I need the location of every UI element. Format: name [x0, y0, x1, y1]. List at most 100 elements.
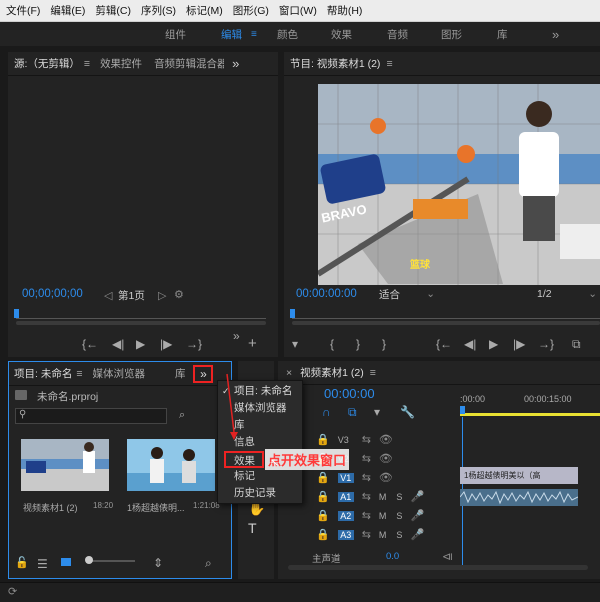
menu-marker[interactable]: 标记(M)	[186, 3, 223, 18]
program-scrubber[interactable]	[292, 318, 600, 319]
next-frame-icon[interactable]: |▶	[160, 337, 172, 351]
tab-media-browser[interactable]: 媒体浏览器	[92, 366, 145, 381]
track-label[interactable]: A1	[337, 491, 354, 502]
mic-icon[interactable]: 🎤	[410, 528, 424, 541]
workspace-assembly[interactable]: 组件	[165, 27, 186, 42]
panel-more-icon[interactable]: »	[232, 56, 239, 71]
step-back-icon[interactable]: {←	[82, 337, 98, 351]
program-title[interactable]: 节目: 视频素材1 (2)	[290, 56, 380, 71]
export-frame-icon[interactable]: ⧉	[572, 337, 581, 351]
clip-thumbnail-2[interactable]	[127, 439, 215, 491]
source-scrubber[interactable]	[16, 318, 266, 319]
sync-icon[interactable]: ⇆	[362, 509, 371, 522]
master-value[interactable]: 0.0	[386, 551, 399, 562]
tab-source[interactable]: 源:（无剪辑）	[14, 56, 80, 71]
step-forward-icon[interactable]: →}	[186, 337, 202, 351]
program-playhead[interactable]	[290, 309, 295, 318]
resolution-dropdown[interactable]: 1/2 ⌄	[534, 286, 600, 302]
work-area-bar[interactable]	[460, 413, 600, 416]
mark-out-icon[interactable]: {	[330, 337, 334, 351]
go-to-in-icon[interactable]: }	[382, 337, 386, 351]
tab-menu-icon[interactable]: ≡	[76, 368, 82, 380]
track-label[interactable]: A2	[337, 510, 354, 521]
workspace-color[interactable]: 颜色	[277, 27, 298, 42]
solo-button[interactable]: S	[396, 511, 402, 521]
mute-button[interactable]: M	[379, 530, 387, 540]
lock-icon[interactable]: 🔒	[316, 471, 330, 484]
step-back-icon[interactable]: {←	[436, 337, 452, 351]
lock-icon[interactable]: 🔒	[316, 528, 330, 541]
master-end-icon[interactable]: ⧏	[442, 550, 453, 563]
program-timecode[interactable]: 00:00:00:00	[296, 288, 357, 300]
clip-thumbnail-1[interactable]	[21, 439, 109, 491]
source-playhead[interactable]	[14, 309, 19, 318]
menu-item-markers[interactable]: 标记	[218, 468, 302, 485]
zoom-slider[interactable]	[87, 560, 135, 562]
search-input[interactable]: ⚲	[15, 408, 167, 424]
mic-icon[interactable]: 🎤	[410, 509, 424, 522]
next-frame-icon[interactable]: |▶	[513, 337, 525, 351]
icon-view-icon[interactable]	[61, 558, 71, 566]
program-menu-icon[interactable]: ≡	[386, 58, 392, 70]
play-icon[interactable]: ▶	[489, 337, 498, 351]
play-icon[interactable]: ▶	[136, 337, 145, 351]
linked-selection-icon[interactable]: ⧉	[348, 405, 357, 419]
timeline-title[interactable]: 视频素材1 (2)	[300, 365, 364, 380]
eye-icon[interactable]: 👁	[379, 433, 393, 446]
settings-icon[interactable]: ⚙	[174, 288, 184, 301]
audio-clip[interactable]	[459, 489, 579, 506]
mark-out-icon-2[interactable]: }	[356, 337, 360, 351]
lock-icon[interactable]: 🔓	[15, 556, 29, 569]
menu-window[interactable]: 窗口(W)	[279, 3, 317, 18]
lock-icon[interactable]: 🔒	[316, 490, 330, 503]
type-tool-icon[interactable]: T	[248, 521, 257, 535]
zoom-slider-handle[interactable]	[85, 556, 93, 564]
list-view-icon[interactable]: ☰	[37, 557, 48, 571]
page-next-icon[interactable]: ▷	[158, 289, 166, 302]
find-icon[interactable]: ⌕	[179, 409, 185, 422]
mic-icon[interactable]: 🎤	[410, 490, 424, 503]
menu-edit[interactable]: 编辑(E)	[50, 3, 85, 18]
page-prev-icon[interactable]: ◁	[104, 289, 112, 302]
eye-icon[interactable]: 👁	[379, 471, 393, 484]
menu-graphics[interactable]: 图形(G)	[233, 3, 269, 18]
timeline-playhead[interactable]	[460, 406, 465, 414]
workspace-effects[interactable]: 效果	[331, 27, 352, 42]
timeline-scrollbar[interactable]	[288, 565, 588, 570]
timeline-menu-icon[interactable]: ≡	[370, 367, 376, 379]
close-icon[interactable]: ×	[286, 367, 292, 379]
more-controls-icon[interactable]: »	[233, 329, 240, 343]
workspace-libraries[interactable]: 库	[497, 27, 508, 42]
timeline-timecode[interactable]: 00:00:00	[324, 386, 375, 401]
sync-icon[interactable]: ⇆	[362, 452, 371, 465]
mute-button[interactable]: M	[379, 511, 387, 521]
track-label[interactable]: A3	[337, 529, 354, 540]
sort-icon[interactable]: ⇕	[153, 556, 163, 570]
program-zoom-bar[interactable]	[292, 321, 600, 325]
step-forward-icon[interactable]: →}	[538, 337, 554, 351]
video-clip[interactable]: 1杨超越俵明美以（高	[460, 467, 578, 484]
workspace-graphics[interactable]: 图形	[441, 27, 462, 42]
mute-button[interactable]: M	[379, 492, 387, 502]
menu-item-history[interactable]: 历史记录	[218, 485, 302, 502]
lock-icon[interactable]: 🔒	[316, 509, 330, 522]
prev-frame-icon[interactable]: ◀|	[464, 337, 476, 351]
prev-frame-icon[interactable]: ◀|	[112, 337, 124, 351]
add-marker-icon[interactable]: ▾	[374, 405, 380, 419]
solo-button[interactable]: S	[396, 530, 402, 540]
page-selector[interactable]: 第1页	[118, 288, 145, 303]
sync-icon[interactable]: ⇆	[362, 490, 371, 503]
eye-icon[interactable]: 👁	[379, 452, 393, 465]
menu-file[interactable]: 文件(F)	[6, 3, 40, 18]
mark-in-icon[interactable]: ▾	[292, 337, 298, 351]
workspace-audio[interactable]: 音频	[387, 27, 408, 42]
sync-icon[interactable]: ⇆	[362, 528, 371, 541]
source-timecode[interactable]: 00;00;00;00	[22, 288, 83, 300]
workspace-editing[interactable]: 编辑	[221, 27, 242, 42]
source-zoom-bar[interactable]	[16, 321, 266, 325]
workspace-more-icon[interactable]: »	[552, 27, 559, 42]
menu-item-effects[interactable]: 效果	[224, 451, 264, 468]
add-button-icon[interactable]: +	[248, 336, 257, 351]
tab-effect-controls[interactable]: 效果控件	[100, 56, 142, 71]
sync-icon[interactable]: ⇆	[362, 433, 371, 446]
